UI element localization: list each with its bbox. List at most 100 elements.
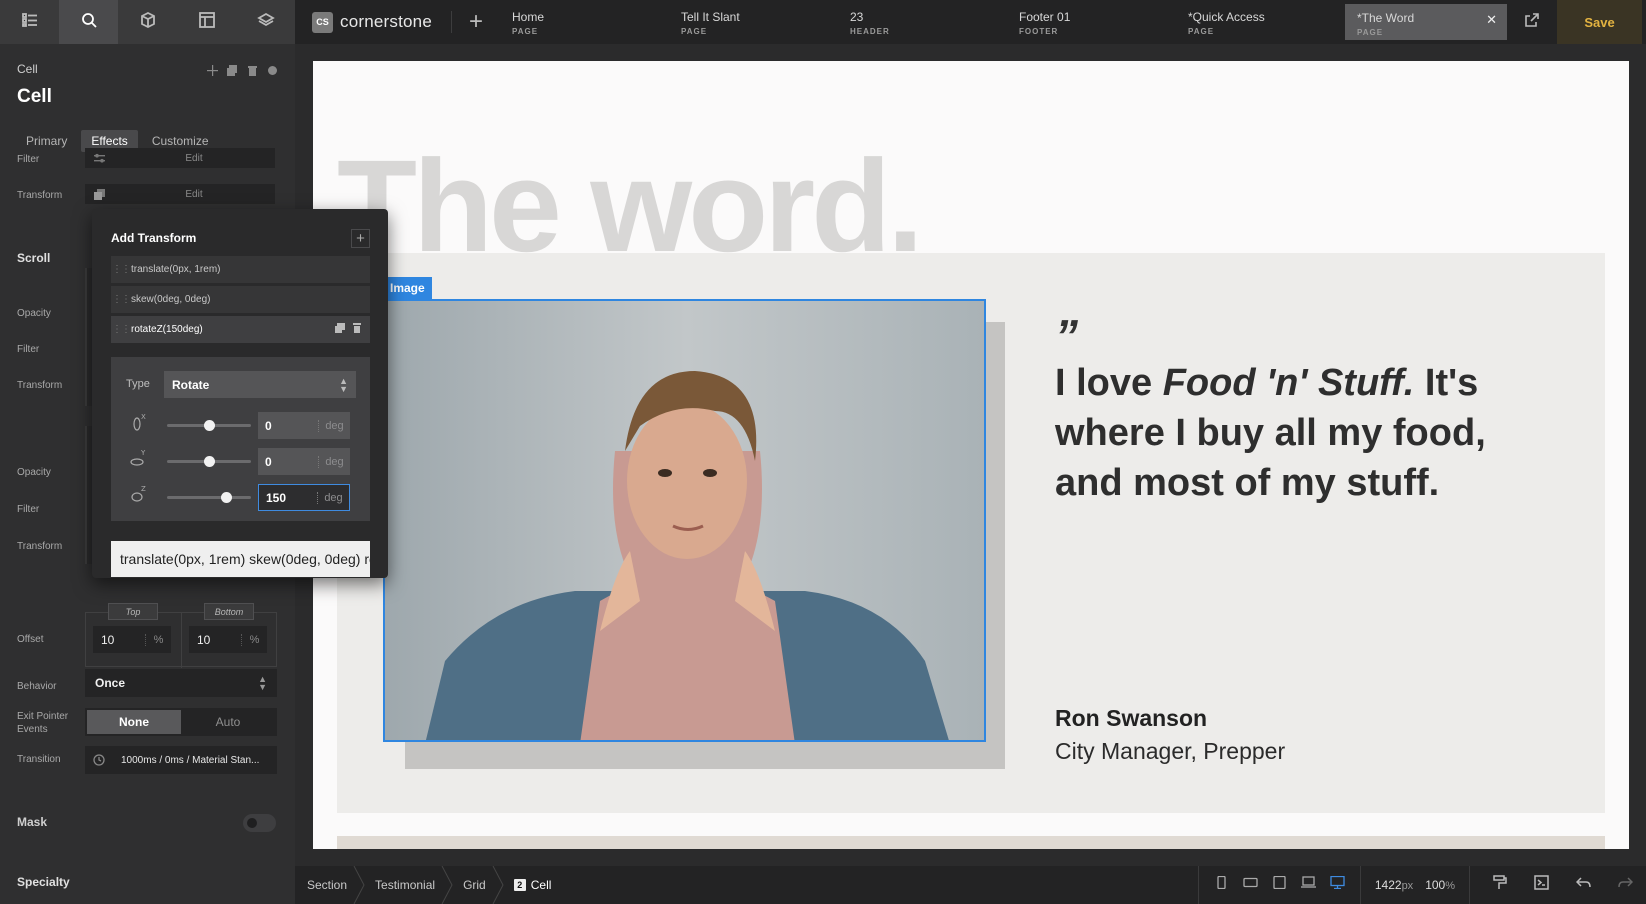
code-editor-button[interactable] [1520, 875, 1562, 895]
rotate-y-value: 0 [265, 454, 272, 469]
duplicate-icon[interactable] [335, 323, 345, 336]
transform-item[interactable]: ⋮⋮ translate(0px, 1rem) [111, 256, 370, 283]
edit-label: Edit [185, 152, 203, 164]
rotate-x-input[interactable]: 0 deg [258, 412, 350, 439]
scroll-section-title[interactable]: Scroll [17, 251, 50, 265]
tab-primary[interactable]: Primary [16, 130, 77, 152]
bottom-bar-controls: 1422px 100% [1190, 866, 1646, 904]
elements-tool-button[interactable] [118, 0, 177, 44]
mask-toggle[interactable] [243, 814, 276, 832]
transition-control[interactable]: 1000ms / 0ms / Material Stan... [85, 746, 277, 774]
tool-bar [0, 0, 295, 44]
duplicate-icon[interactable] [227, 63, 238, 76]
slider-knob[interactable] [203, 456, 215, 467]
save-button[interactable]: Save [1557, 0, 1642, 44]
redo-button[interactable] [1604, 875, 1646, 895]
layout-icon [198, 11, 216, 34]
offset-label: Offset [17, 634, 44, 645]
open-external-button[interactable] [1507, 0, 1557, 44]
device-tablet-button[interactable] [1265, 875, 1294, 894]
device-phone-button[interactable] [1207, 875, 1236, 894]
outline-tool-button[interactable] [0, 0, 59, 44]
divider [1359, 866, 1361, 904]
search-tool-button[interactable] [59, 0, 118, 44]
doc-tab-home[interactable]: Home PAGE [500, 0, 669, 44]
filter-edit-button[interactable]: Edit [85, 148, 275, 168]
mask-section-title[interactable]: Mask [17, 815, 47, 829]
breadcrumb-testimonial[interactable]: Testimonial [359, 865, 453, 904]
breadcrumb-grid[interactable]: Grid [447, 865, 504, 904]
drag-handle-icon[interactable]: ⋮⋮ [111, 324, 131, 335]
transform-item-label: translate(0px, 1rem) [131, 264, 221, 275]
author-name[interactable]: Ron Swanson [1055, 705, 1207, 732]
layers-tool-button[interactable] [236, 0, 295, 44]
specialty-section-title[interactable]: Specialty [17, 875, 70, 889]
style-tool-button[interactable] [1478, 875, 1520, 895]
exit-pointer-none-option[interactable]: None [87, 710, 181, 734]
close-tab-icon[interactable]: ✕ [1486, 12, 1497, 28]
breadcrumb-cell[interactable]: 2 Cell [498, 866, 564, 904]
transform-item[interactable]: ⋮⋮ skew(0deg, 0deg) [111, 286, 370, 313]
trash-icon[interactable] [352, 323, 362, 336]
zoom-unit: % [1445, 880, 1455, 892]
transform-type-select[interactable]: Rotate ▲ ▼ [164, 371, 356, 398]
canvas-width-readout[interactable]: 1422px [1369, 878, 1419, 892]
transform-edit-button[interactable]: Edit [85, 184, 275, 204]
testimonial-quote[interactable]: I love Food 'n' Stuff. It's where I buy … [1055, 358, 1525, 508]
canvas-width-unit: px [1401, 880, 1414, 892]
transform-output-field[interactable]: translate(0px, 1rem) skew(0deg, 0deg) ro… [111, 541, 370, 577]
rotate-y-slider[interactable] [167, 456, 251, 467]
device-desktop-button[interactable] [1323, 875, 1352, 894]
offset-bottom-unit[interactable]: % [241, 633, 267, 646]
rotate-y-icon: Y [129, 448, 149, 468]
offset-bottom-input[interactable]: 10 % [189, 626, 267, 653]
rotate-z-unit[interactable]: deg [317, 491, 349, 504]
author-role[interactable]: City Manager, Prepper [1055, 738, 1285, 765]
rotate-z-input[interactable]: 150 deg [258, 484, 350, 511]
external-link-icon [1524, 12, 1540, 33]
testimonial-image[interactable] [383, 299, 986, 742]
device-phone-landscape-button[interactable] [1236, 876, 1265, 894]
slider-knob[interactable] [203, 420, 215, 431]
doc-tab-title: *The Word [1357, 11, 1415, 25]
breadcrumb-section[interactable]: Section [295, 865, 365, 904]
offset-top-input[interactable]: 10 % [93, 626, 171, 653]
element-name[interactable]: Cell [17, 86, 52, 108]
transform-item-selected[interactable]: ⋮⋮ rotateZ(150deg) [111, 316, 370, 343]
gear-icon[interactable] [267, 63, 278, 75]
doc-tab-tell-it-slant[interactable]: Tell It Slant PAGE [669, 0, 838, 44]
rotate-y-unit[interactable]: deg [318, 455, 350, 468]
rotate-x-unit[interactable]: deg [318, 419, 350, 432]
layout-tool-button[interactable] [177, 0, 236, 44]
behavior-label: Behavior [17, 681, 57, 692]
rotate-x-value: 0 [265, 418, 272, 433]
slider-knob[interactable] [221, 492, 233, 503]
device-laptop-button[interactable] [1294, 876, 1323, 894]
doc-tab-footer-01[interactable]: Footer 01 FOOTER [1007, 0, 1176, 44]
canvas-width-value: 1422 [1374, 878, 1402, 892]
add-transform-button[interactable]: + [351, 229, 370, 248]
doc-tab-title: Tell It Slant [681, 10, 740, 24]
redo-icon [1617, 875, 1633, 895]
exit-pointer-auto-option[interactable]: Auto [181, 710, 275, 734]
add-document-button[interactable]: + [452, 0, 500, 44]
zoom-readout[interactable]: 100% [1419, 878, 1461, 892]
drag-handle-icon[interactable]: ⋮⋮ [111, 294, 131, 305]
doc-tab-title: 23 [850, 10, 864, 24]
brand[interactable]: CS cornerstone [295, 11, 452, 33]
list-icon [21, 11, 39, 34]
rotate-z-slider[interactable] [167, 492, 251, 503]
offset-top-unit[interactable]: % [145, 633, 171, 646]
doc-tab-quick-access[interactable]: *Quick Access PAGE [1176, 0, 1345, 44]
rotate-x-slider[interactable] [167, 420, 251, 431]
undo-button[interactable] [1562, 875, 1604, 895]
image-tag[interactable]: Image [383, 277, 432, 299]
move-icon[interactable] [207, 63, 218, 76]
doc-tab-the-word[interactable]: *The Word PAGE ✕ [1345, 4, 1507, 40]
headline[interactable]: The word. [337, 140, 924, 271]
drag-handle-icon[interactable]: ⋮⋮ [111, 264, 131, 275]
rotate-y-input[interactable]: 0 deg [258, 448, 350, 475]
trash-icon[interactable] [247, 63, 258, 76]
doc-tab-23[interactable]: 23 HEADER [838, 0, 1007, 44]
behavior-select[interactable]: Once ▲ ▼ [85, 669, 277, 697]
